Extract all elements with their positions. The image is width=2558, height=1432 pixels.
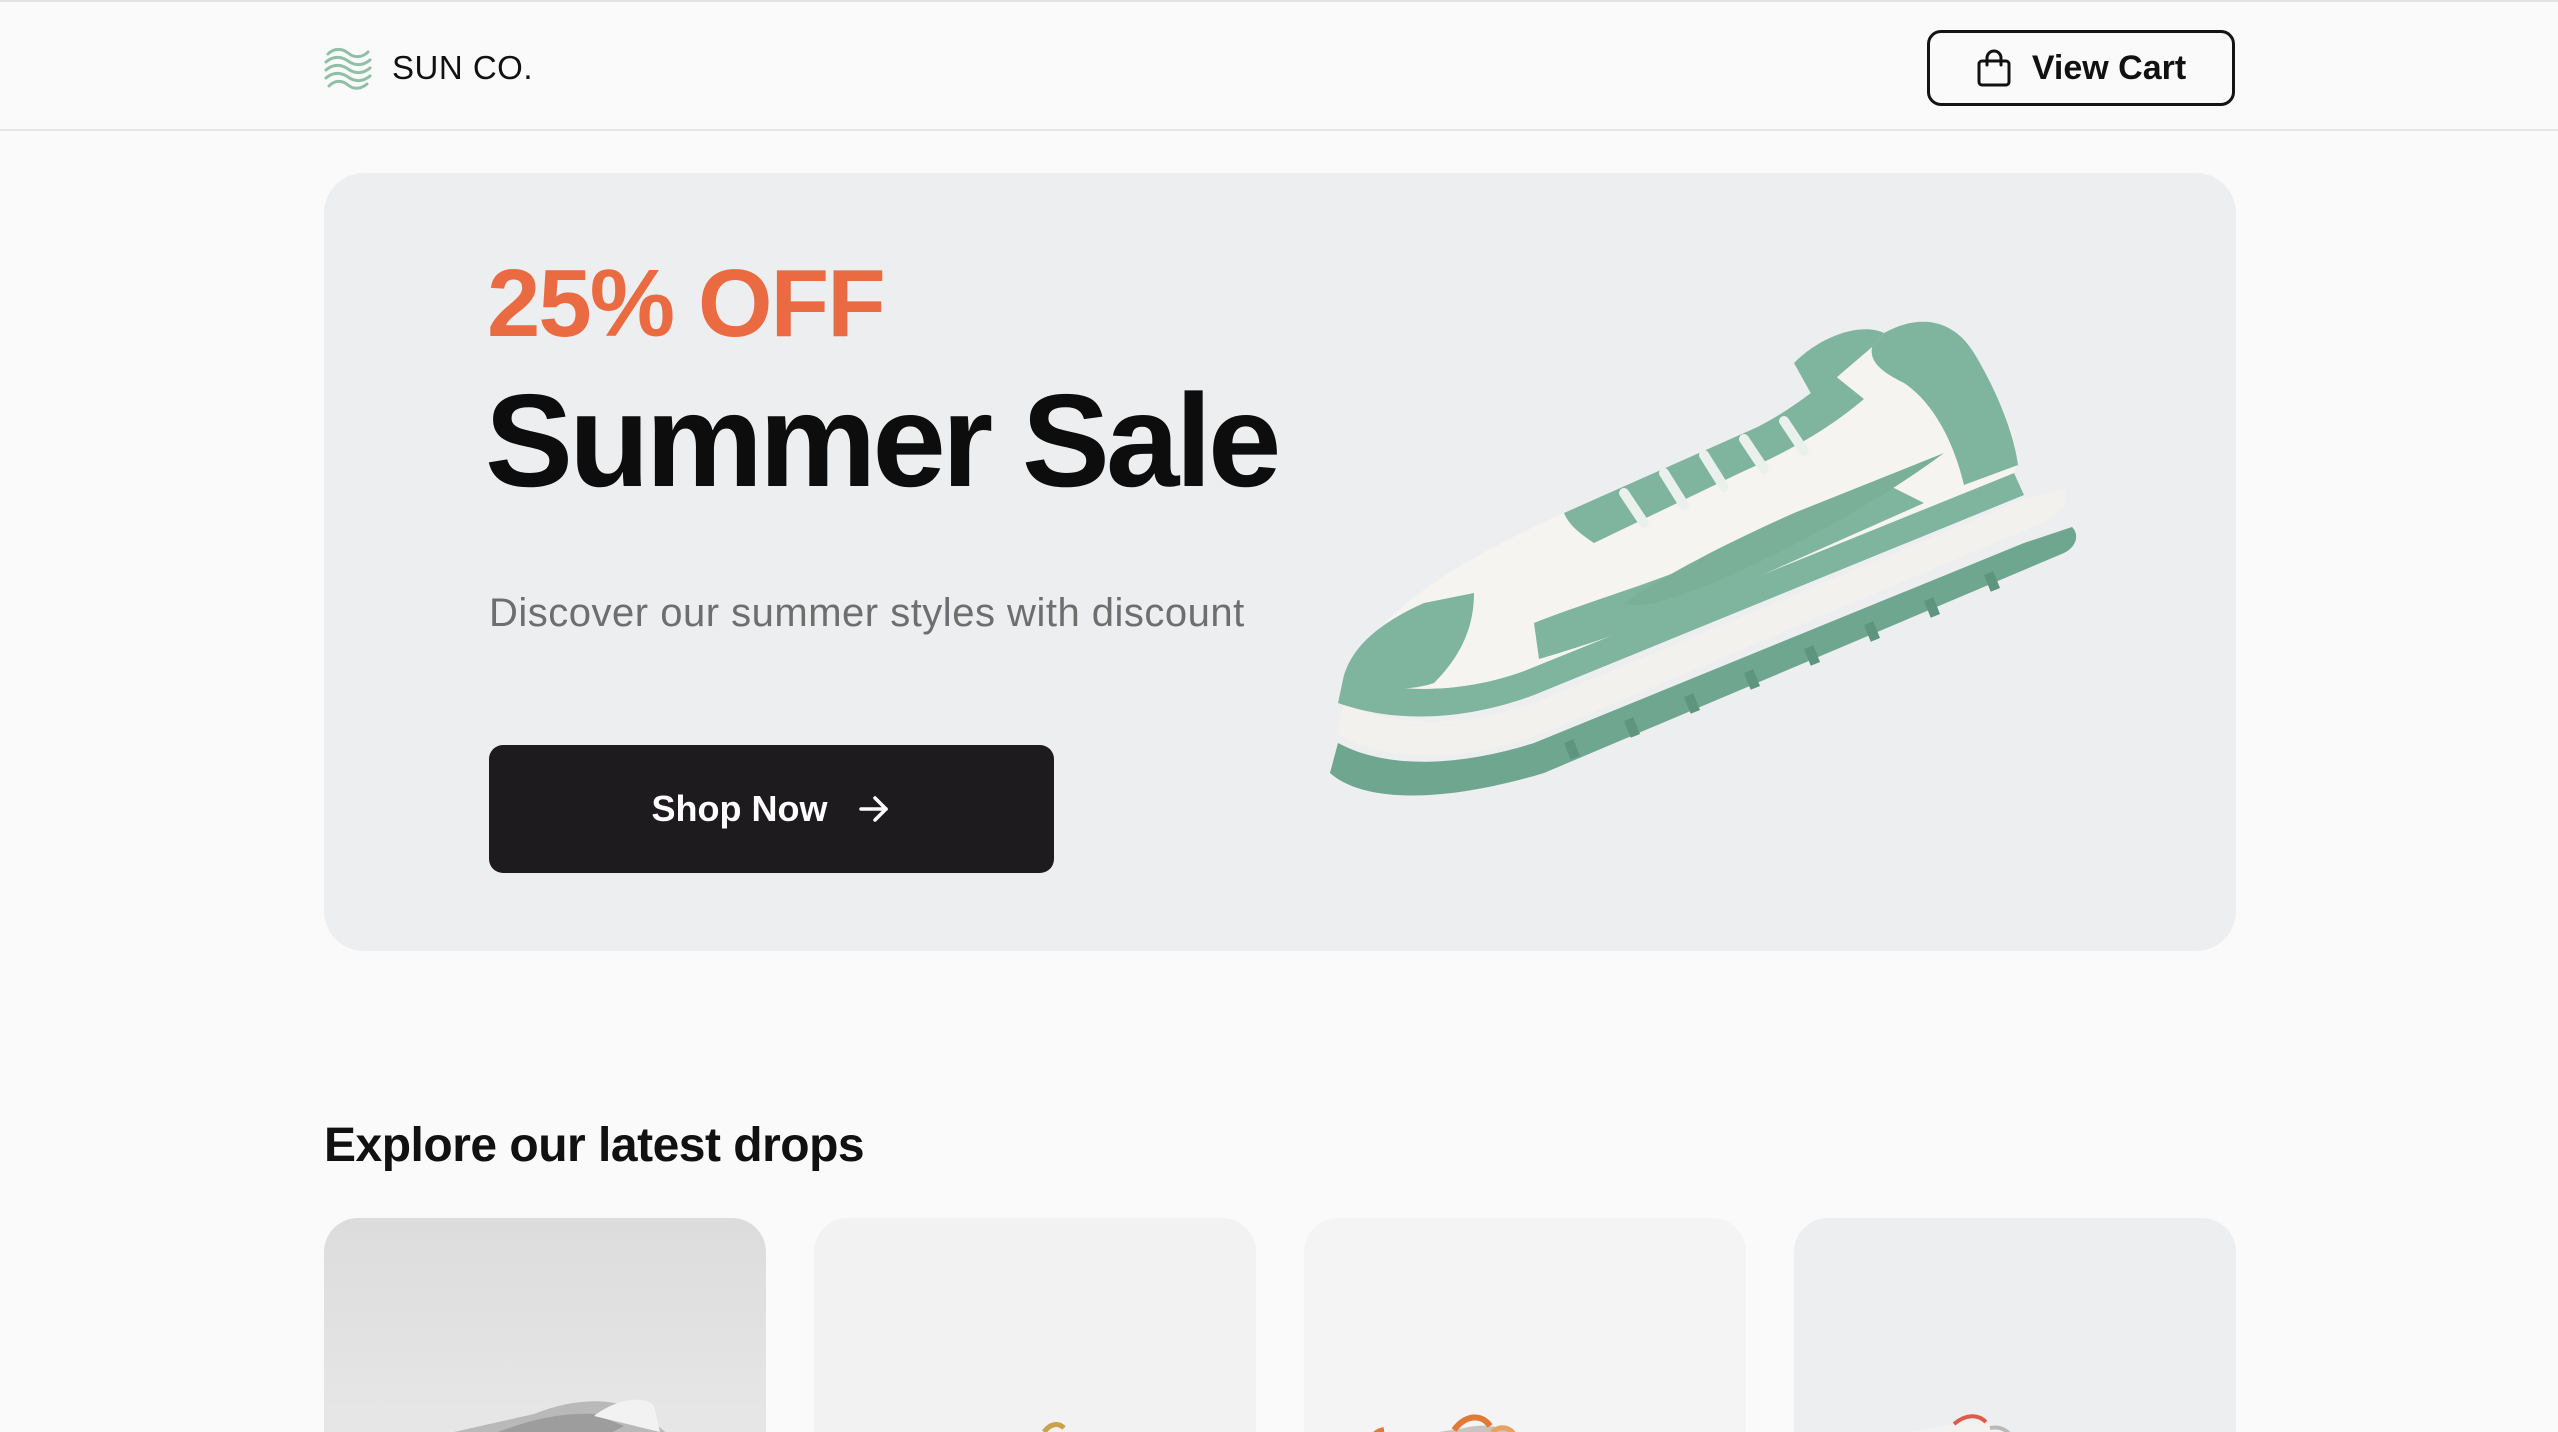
hero-subtitle: Discover our summer styles with discount bbox=[489, 591, 1245, 635]
page: SUN CO. View Cart 25% OFF Summer Sale Di… bbox=[0, 0, 2558, 1432]
product-card[interactable] bbox=[324, 1218, 766, 1432]
brand-name: SUN CO. bbox=[392, 49, 534, 86]
hero-discount: 25% OFF bbox=[487, 250, 886, 357]
waves-logo-icon bbox=[324, 47, 372, 90]
product-image bbox=[1911, 1414, 2011, 1432]
shopping-bag-icon bbox=[1977, 49, 2011, 87]
brand[interactable]: SUN CO. bbox=[322, 40, 533, 96]
hero-title: Summer Sale bbox=[485, 367, 1281, 514]
product-card[interactable] bbox=[1794, 1218, 2236, 1432]
product-card[interactable] bbox=[1304, 1218, 1746, 1432]
hero-banner: 25% OFF Summer Sale Discover our summer … bbox=[324, 173, 2236, 951]
site-header: SUN CO. View Cart bbox=[0, 2, 2558, 131]
view-cart-label: View Cart bbox=[2031, 48, 2187, 87]
product-image bbox=[1373, 1414, 1516, 1432]
shop-now-label: Shop Now bbox=[651, 788, 828, 829]
hero-sneaker-image bbox=[1330, 321, 2077, 796]
product-image bbox=[1042, 1422, 1066, 1432]
product-card[interactable] bbox=[814, 1218, 1256, 1432]
view-cart-button[interactable]: View Cart bbox=[1927, 30, 2235, 106]
drops-section-title: Explore our latest drops bbox=[324, 1119, 865, 1172]
shop-now-button[interactable]: Shop Now bbox=[489, 745, 1054, 873]
arrow-right-icon bbox=[859, 796, 889, 822]
product-image bbox=[454, 1399, 666, 1432]
